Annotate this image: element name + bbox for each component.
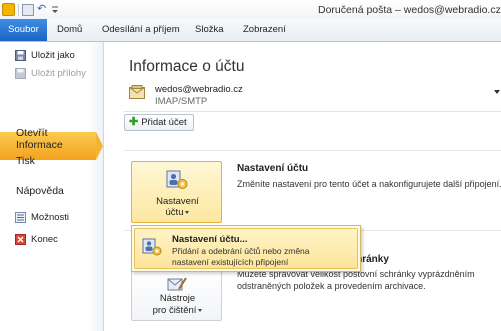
- qat-dropdown-icon[interactable]: [52, 4, 58, 16]
- caret-down-icon: [185, 210, 190, 214]
- menu-item-description: Přidání a odebrání účtů nebo změna nasta…: [172, 246, 310, 268]
- cleanup-tools-button-label: Nástroje pro čištění: [132, 293, 223, 317]
- nav-item-help[interactable]: Nápověda: [16, 185, 64, 197]
- quick-access-toolbar: ↶: [2, 3, 58, 16]
- nav-item-print[interactable]: Tisk: [16, 155, 35, 167]
- account-email: wedos@webradio.cz: [155, 84, 243, 95]
- account-settings-dropdown: Nastavení účtu... Přidání a odebrání účt…: [131, 225, 361, 272]
- section-divider: [124, 150, 501, 151]
- save-attachments-icon: [15, 68, 26, 79]
- page-title: Informace o účtu: [129, 58, 245, 75]
- cleanup-tools-icon: [166, 276, 188, 292]
- account-settings-heading: Nastavení účtu: [237, 163, 309, 174]
- add-account-button[interactable]: ✚ Přidat účet: [124, 114, 194, 131]
- tab-view[interactable]: Zobrazení: [243, 24, 286, 35]
- save-icon[interactable]: [22, 3, 34, 16]
- plus-icon: ✚: [129, 116, 139, 128]
- account-icon: [129, 85, 145, 99]
- menu-item-desc-line2: nastavení existujících připojení: [172, 257, 289, 267]
- active-pointer: [96, 132, 103, 160]
- tab-home[interactable]: Domů: [57, 24, 82, 35]
- nav-item-open[interactable]: Otevřít: [16, 127, 48, 139]
- account-settings-icon: [166, 170, 188, 190]
- account-settings-button[interactable]: Nastavení účtu: [131, 161, 222, 223]
- options-label: Možnosti: [31, 212, 70, 223]
- save-attachments-label: Uložit přílohy: [31, 68, 86, 79]
- save-as-label: Uložit jako: [31, 50, 75, 61]
- tab-send-receive[interactable]: Odesílání a příjem: [102, 24, 180, 35]
- window-title: Doručená pošta – wedos@webradio.cz: [318, 4, 501, 16]
- cleanup-tools-line2: pro čištění: [152, 305, 197, 316]
- options-icon: [15, 212, 26, 223]
- account-type: IMAP/SMTP: [155, 96, 208, 107]
- exit-label: Konec: [31, 234, 58, 245]
- undo-icon[interactable]: ↶: [37, 3, 49, 16]
- account-settings-description: Změníte nastavení pro tento účet a nakon…: [237, 179, 501, 189]
- tab-folder[interactable]: Složka: [195, 24, 224, 35]
- nav-item-info-label: Informace: [16, 139, 63, 151]
- cleanup-desc-line2: odstraněných položek a provedením archiv…: [237, 281, 426, 291]
- account-settings-small-icon: [142, 238, 162, 256]
- save-attachments-command[interactable]: Uložit přílohy: [15, 68, 86, 79]
- menu-item-desc-line1: Přidání a odebrání účtů nebo změna: [172, 246, 310, 256]
- save-as-command[interactable]: Uložit jako: [15, 50, 75, 61]
- menu-item-title: Nastavení účtu...: [172, 234, 248, 245]
- account-settings-line2: účtu: [165, 207, 184, 218]
- add-account-label: Přidat účet: [141, 117, 187, 128]
- backstage-nav: Uložit jako Uložit přílohy Informace Ote…: [0, 42, 104, 331]
- options-command[interactable]: Možnosti: [15, 212, 69, 223]
- cleanup-tools-line1: Nástroje: [159, 293, 196, 304]
- tab-file[interactable]: Soubor: [0, 19, 47, 41]
- account-selector[interactable]: wedos@webradio.cz IMAP/SMTP: [124, 81, 501, 112]
- cleanup-tools-button[interactable]: Nástroje pro čištění: [131, 271, 222, 321]
- ribbon-tab-bar: Soubor Domů Odesílání a příjem Složka Zo…: [0, 19, 501, 42]
- nav-item-info[interactable]: Informace: [0, 132, 103, 160]
- menu-item-account-settings[interactable]: Nastavení účtu... Přidání a odebrání účt…: [134, 228, 358, 269]
- title-bar: ↶ Doručená pošta – wedos@webradio.cz: [0, 0, 501, 19]
- exit-command[interactable]: Konec: [15, 234, 58, 245]
- app-icon[interactable]: [2, 3, 15, 16]
- account-settings-button-label: Nastavení účtu: [132, 196, 223, 218]
- toolbar-separator: [18, 3, 19, 16]
- chevron-down-icon[interactable]: [494, 90, 500, 94]
- save-as-icon: [15, 50, 26, 61]
- account-settings-line1: Nastavení: [156, 196, 199, 207]
- backstage-main: Informace o účtu wedos@webradio.cz IMAP/…: [104, 42, 501, 331]
- caret-down-icon: [198, 308, 203, 312]
- exit-icon: [15, 234, 26, 245]
